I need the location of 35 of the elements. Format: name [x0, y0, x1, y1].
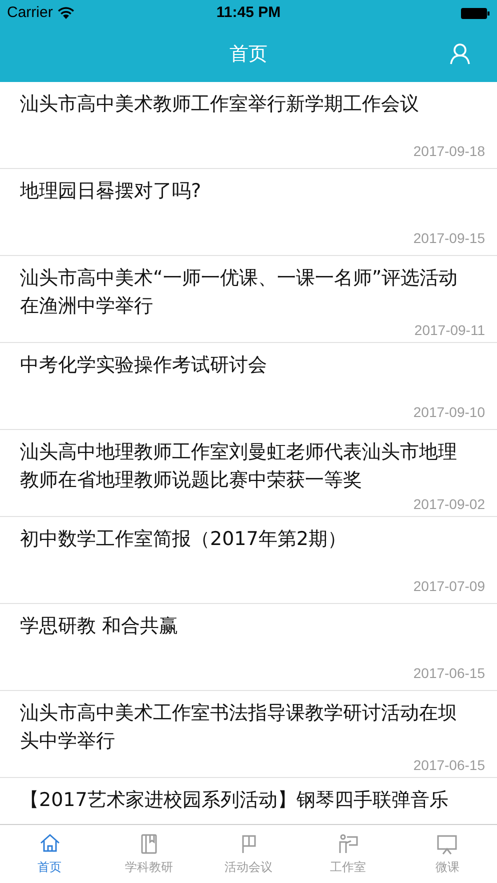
- status-time: 11:45 PM: [216, 4, 281, 22]
- article-title: 中考化学实验操作考试研讨会: [20, 353, 268, 378]
- article-row[interactable]: 地理园日晷摆对了吗? 2017-09-15: [0, 169, 497, 256]
- article-row[interactable]: 学思研教 和合共赢 2017-06-15: [0, 604, 497, 691]
- user-icon[interactable]: [450, 43, 470, 65]
- article-title: 汕头市高中美术工作室书法指导课教学研讨活动在坝头中学举行: [20, 701, 458, 754]
- article-row[interactable]: 汕头市高中美术教师工作室举行新学期工作会议 2017-09-18: [0, 82, 497, 169]
- article-title: 地理园日晷摆对了吗?: [20, 179, 202, 204]
- wifi-icon: [58, 7, 74, 19]
- article-date: 2017-06-15: [413, 664, 485, 683]
- article-date: 2017-06-15: [413, 756, 485, 775]
- page-title: 首页: [230, 42, 268, 65]
- article-title: 汕头市高中美术教师工作室举行新学期工作会议: [20, 92, 420, 117]
- article-row[interactable]: 汕头市高中美术“一师一优课、一课一名师”评选活动在渔洲中学举行 2017-09-11: [0, 256, 497, 343]
- tab-item[interactable]: 首页: [0, 825, 100, 883]
- article-date: 2017-09-10: [413, 403, 485, 422]
- teacher-icon: [336, 832, 359, 854]
- article-title: 初中数学工作室简报（2017年第2期）: [20, 527, 348, 552]
- article-title: 学思研教 和合共赢: [20, 614, 180, 639]
- article-title: 【2017艺术家进校园系列活动】钢琴四手联弹音乐: [20, 788, 450, 813]
- battery-icon: [461, 8, 490, 18]
- article-title: 汕头市高中美术“一师一优课、一课一名师”评选活动在渔洲中学举行: [20, 266, 459, 319]
- article-title: 汕头高中地理教师工作室刘曼虹老师代表汕头市地理教师在省地理教师说题比赛中荣获一等奖: [20, 440, 458, 493]
- carrier-label: Carrier: [7, 2, 53, 23]
- article-date: 2017-09-11: [414, 321, 485, 340]
- home-icon: [38, 832, 61, 854]
- article-date: 2017-07-09: [413, 577, 485, 596]
- article-date: 2017-09-02: [413, 495, 485, 514]
- screen-icon: [436, 832, 458, 854]
- article-row[interactable]: 汕头市高中美术工作室书法指导课教学研讨活动在坝头中学举行 2017-06-15: [0, 691, 497, 778]
- article-row[interactable]: 中考化学实验操作考试研讨会 2017-09-10: [0, 343, 497, 430]
- article-row[interactable]: 初中数学工作室简报（2017年第2期） 2017-07-09: [0, 517, 497, 604]
- article-date: 2017-09-15: [413, 229, 485, 248]
- article-date: 2017-09-18: [413, 142, 485, 161]
- article-row[interactable]: 汕头高中地理教师工作室刘曼虹老师代表汕头市地理教师在省地理教师说题比赛中荣获一等奖 2017-09-02: [0, 430, 497, 517]
